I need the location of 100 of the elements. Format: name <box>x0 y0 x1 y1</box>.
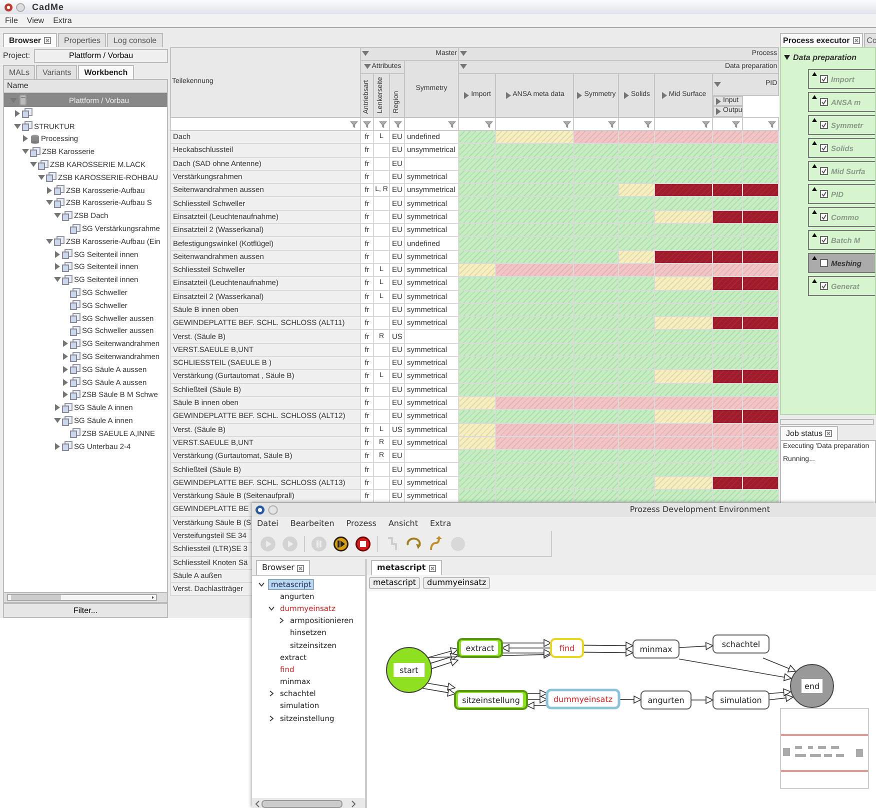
menu-item[interactable]: View <box>26 16 44 26</box>
process-node[interactable]: dummyeinsatz <box>546 688 620 710</box>
scrollbar[interactable] <box>7 594 157 601</box>
end-node[interactable]: end <box>790 664 834 708</box>
filter-icon[interactable] <box>485 120 494 128</box>
checkbox[interactable] <box>820 98 828 106</box>
tab[interactable]: Properties <box>58 33 106 47</box>
menu-item[interactable]: Extra <box>430 519 452 529</box>
part-icon <box>70 428 81 438</box>
filter-icon[interactable] <box>768 120 776 128</box>
collapse-icon[interactable] <box>812 187 817 191</box>
expand-icon[interactable] <box>268 714 275 722</box>
part-icon <box>70 364 81 374</box>
tab[interactable]: metascript <box>371 560 442 575</box>
process-node[interactable]: minmax <box>632 640 680 658</box>
process-node[interactable]: find <box>550 638 584 658</box>
expand-icon[interactable] <box>54 263 60 270</box>
stop-icon[interactable] <box>355 536 371 552</box>
expand-icon[interactable] <box>62 353 68 360</box>
collapse-icon[interactable] <box>812 164 817 168</box>
filter-icon[interactable] <box>702 120 710 128</box>
minimap-drawing[interactable] <box>780 708 869 789</box>
menu-item[interactable]: Ansicht <box>388 519 418 529</box>
tab[interactable]: Browser <box>256 560 310 575</box>
collapse-icon[interactable] <box>784 55 790 61</box>
project-select[interactable]: Plattform / Vorbau <box>34 48 168 62</box>
collapse-icon[interactable] <box>812 233 817 237</box>
process-node[interactable]: angurten <box>640 690 692 710</box>
process-node[interactable]: sitzeinstellung <box>454 690 528 710</box>
close-icon[interactable] <box>825 430 832 437</box>
menu-item[interactable]: Bearbeiten <box>290 519 334 529</box>
checkbox[interactable] <box>820 144 828 152</box>
expand-icon[interactable] <box>62 366 68 373</box>
expand-icon[interactable] <box>62 391 68 398</box>
checkbox[interactable] <box>820 75 828 83</box>
filter-icon[interactable] <box>644 120 652 128</box>
tab[interactable]: Log console <box>107 33 163 47</box>
expand-icon[interactable] <box>46 186 52 194</box>
start-node[interactable]: start <box>386 647 432 693</box>
expand-icon[interactable] <box>278 617 285 624</box>
breadcrumb[interactable]: dummyeinsatz <box>423 577 490 589</box>
collapse-icon[interactable] <box>812 279 817 283</box>
expand-icon[interactable] <box>54 404 60 412</box>
expand-icon[interactable] <box>22 135 28 142</box>
checkbox[interactable] <box>820 190 828 198</box>
close-icon[interactable] <box>297 564 304 572</box>
part-icon <box>70 313 81 324</box>
tab[interactable]: Browser <box>3 33 58 47</box>
close-icon[interactable] <box>852 37 860 44</box>
tab[interactable]: Workbench <box>78 65 134 79</box>
collapse-icon[interactable] <box>812 118 817 122</box>
group-title: Data preparation <box>793 53 857 63</box>
tab[interactable]: MALs <box>3 65 36 79</box>
step-out-icon[interactable] <box>428 536 444 552</box>
menu-item[interactable]: Datei <box>257 519 278 529</box>
menu-item[interactable]: File <box>5 16 18 26</box>
expand-icon[interactable] <box>54 442 60 450</box>
step-over-icon[interactable] <box>406 536 422 552</box>
filter-icon[interactable] <box>608 120 616 128</box>
close-icon[interactable] <box>44 37 52 44</box>
filter-button[interactable]: Filter... <box>3 603 168 618</box>
checkbox[interactable] <box>820 236 828 244</box>
collapse-icon[interactable] <box>812 95 817 99</box>
process-node[interactable]: schachtel <box>712 634 770 654</box>
checkbox[interactable] <box>820 167 828 175</box>
connector-arrow <box>768 688 792 697</box>
menu-item[interactable]: Extra <box>53 16 72 26</box>
checkbox[interactable] <box>820 259 828 267</box>
expand-icon[interactable] <box>14 110 20 117</box>
resume-icon[interactable] <box>333 536 349 552</box>
tab[interactable]: Job status <box>780 426 838 440</box>
checkbox[interactable] <box>820 121 828 129</box>
close-icon[interactable] <box>428 564 436 572</box>
collapse-icon[interactable] <box>268 604 275 612</box>
tab[interactable]: Process executor <box>780 33 863 47</box>
collapse-icon[interactable] <box>812 256 817 260</box>
checkbox[interactable] <box>820 213 828 221</box>
connector-arrow <box>768 694 794 702</box>
filter-icon[interactable] <box>732 120 740 128</box>
filter-icon[interactable] <box>563 120 572 128</box>
collapse-icon[interactable] <box>812 141 817 145</box>
collapse-icon[interactable] <box>812 72 817 76</box>
expand-icon[interactable] <box>62 378 68 386</box>
expand-icon[interactable] <box>268 690 275 698</box>
tab[interactable]: Variants <box>36 65 78 79</box>
checkbox[interactable] <box>820 282 828 290</box>
window-title: Prozess Development Environment <box>630 505 770 515</box>
expand-icon[interactable] <box>62 340 68 348</box>
expand-icon[interactable] <box>54 250 60 258</box>
app-icon <box>4 2 13 12</box>
breadcrumb[interactable]: metascript <box>369 577 420 589</box>
connector-arrow <box>502 638 552 648</box>
collapse-icon[interactable] <box>812 210 817 214</box>
filter-icon[interactable] <box>448 120 456 128</box>
process-node[interactable]: extract <box>457 638 503 658</box>
scrollbar[interactable] <box>780 418 874 425</box>
part-icon <box>70 288 81 298</box>
collapse-icon[interactable] <box>258 580 265 588</box>
process-node[interactable]: simulation <box>712 690 770 710</box>
column-header[interactable]: Name <box>4 80 167 93</box>
